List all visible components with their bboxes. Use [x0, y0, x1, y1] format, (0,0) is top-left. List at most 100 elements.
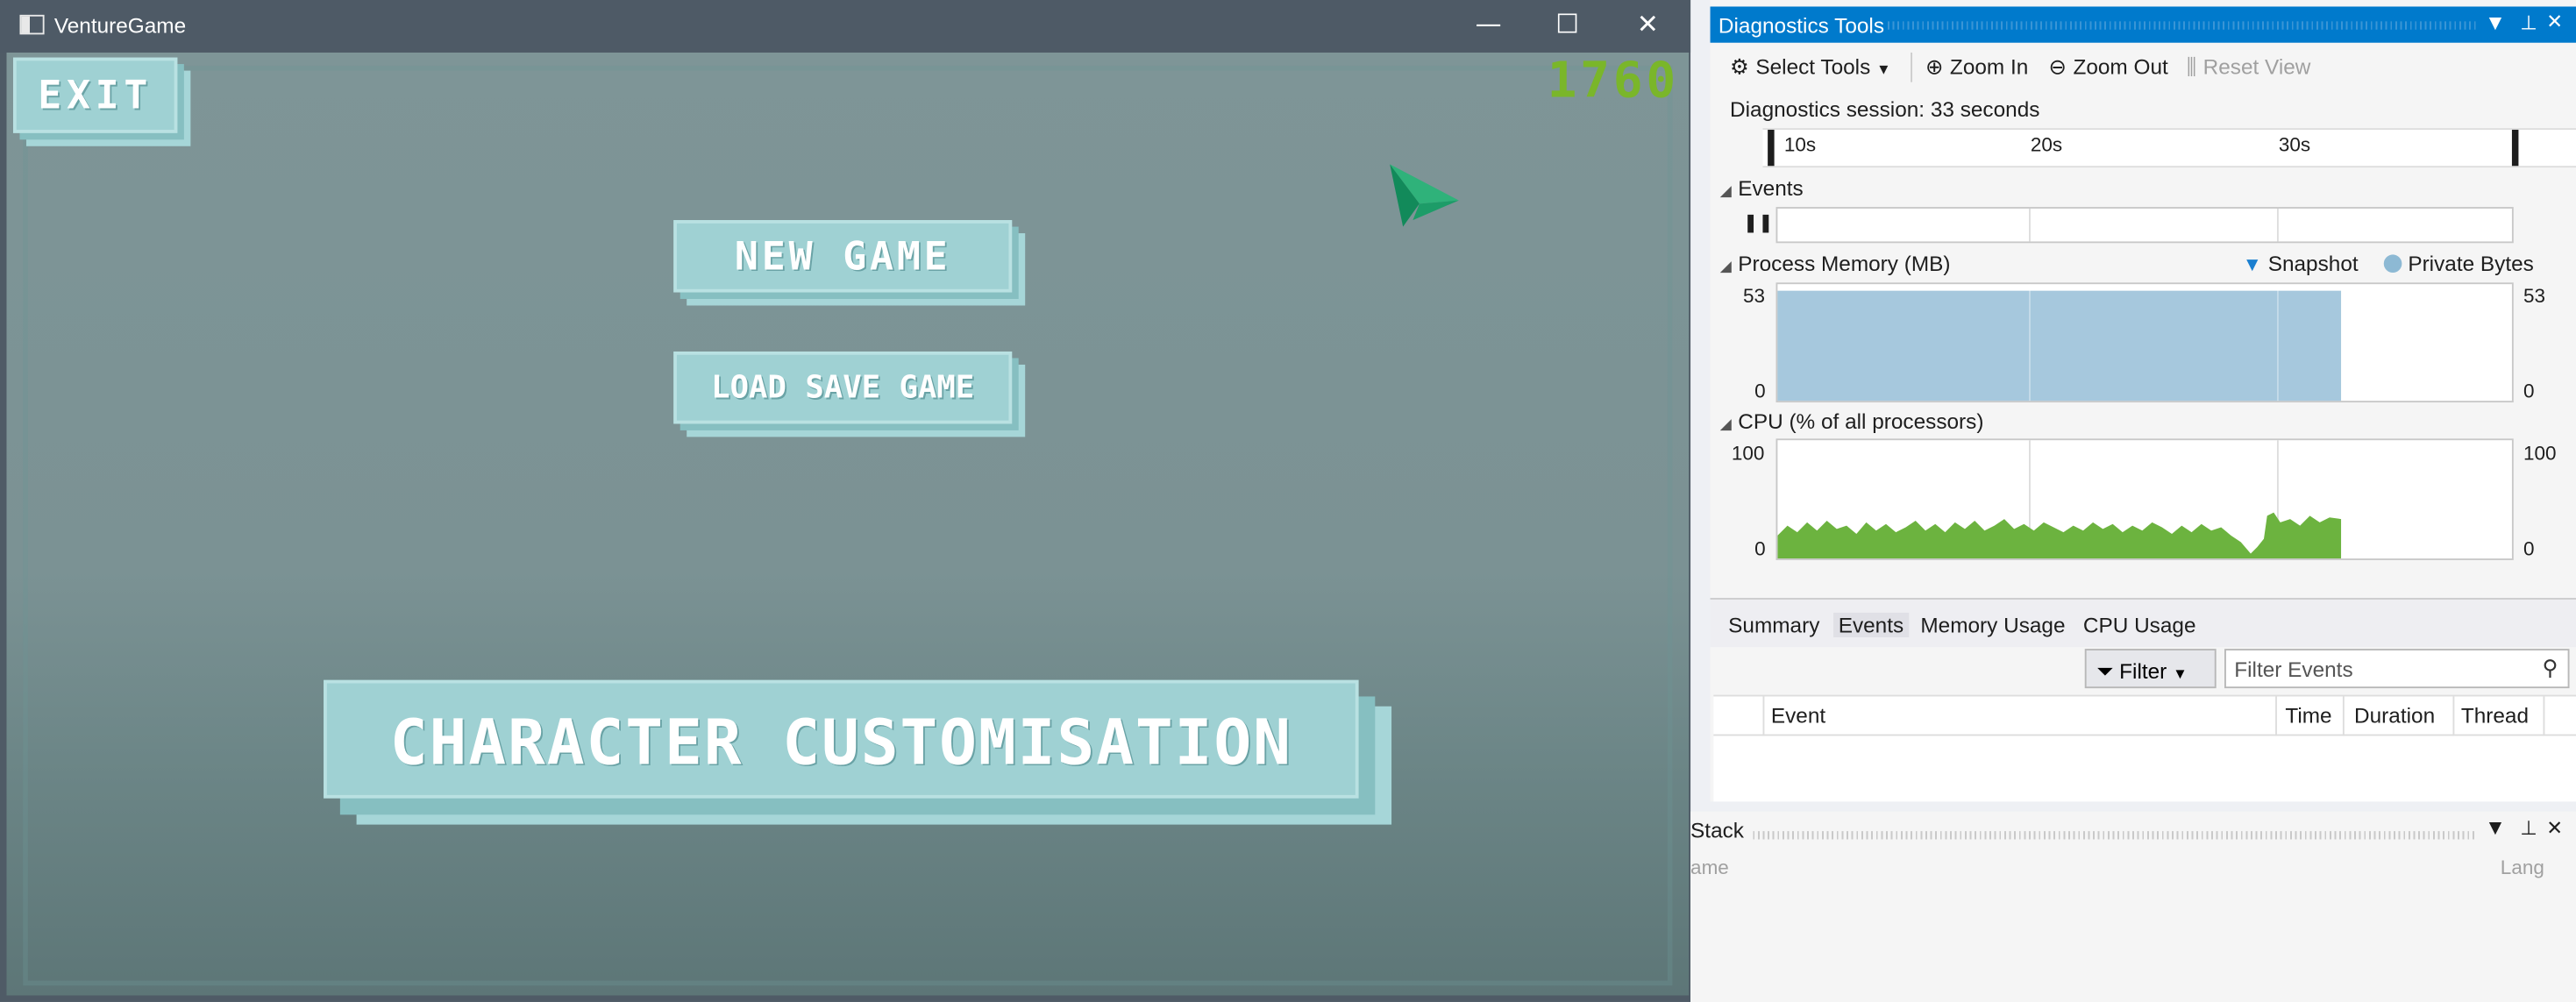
zoom-out-icon: ⊖	[2048, 55, 2067, 81]
memory-legend: ▼ Snapshot Private Bytes	[2243, 252, 2534, 276]
stack-column-name[interactable]: ame	[1690, 856, 1729, 878]
filter-button[interactable]: ⏷ Filter ▼	[2084, 649, 2217, 689]
events-table: Event Time Duration Thread	[1713, 694, 2576, 802]
memory-chart	[1775, 282, 2514, 403]
tab-memory-usage[interactable]: Memory Usage	[1920, 613, 2065, 637]
zoom-out-button[interactable]: ⊖ Zoom Out	[2049, 54, 2168, 81]
memory-section-header[interactable]: ◢ Process Memory (MB)	[1720, 252, 1951, 276]
pause-icon[interactable]: ❚❚	[1743, 212, 1774, 233]
pin-icon[interactable]: ⊥	[2520, 11, 2537, 34]
ruler-tick: 20s	[2030, 132, 2063, 157]
memory-y-min-right: 0	[2523, 379, 2535, 403]
chevron-down-icon: ▼	[1876, 60, 1891, 78]
column-divider	[1762, 696, 1765, 736]
cpu-y-max-left: 100	[1731, 442, 1765, 465]
diag-tabs: Summary Events Memory Usage CPU Usage	[1710, 598, 2576, 648]
diagnostic-tools-pane: Diagnostics Tools ▼ ⊥ ✕ ⚙ Select Tools ▼ …	[1710, 0, 2576, 802]
memory-section-label: Process Memory (MB)	[1738, 251, 1951, 276]
filter-placeholder: Filter Events	[2234, 657, 2353, 682]
collapse-triangle-icon: ◢	[1719, 181, 1732, 199]
diag-title: Diagnostics Tools	[1718, 12, 1885, 39]
zoom-in-button[interactable]: ⊕ Zoom In	[1925, 54, 2028, 81]
cpu-usage-area	[1777, 512, 2342, 559]
gridline	[2276, 208, 2279, 242]
ruler-tick: 10s	[1783, 132, 1817, 157]
cpu-section-label: CPU (% of all processors)	[1738, 409, 1984, 434]
column-duration[interactable]: Duration	[2354, 703, 2435, 728]
memory-y-min-left: 0	[1754, 379, 1766, 403]
exit-button[interactable]: Exit	[12, 57, 178, 133]
close-button[interactable]: ✕	[1608, 0, 1687, 53]
timeline-ruler[interactable]: 10s 20s 30s	[1762, 128, 2576, 168]
cpu-y-max-right: 100	[2523, 442, 2557, 465]
memory-y-max-right: 53	[2523, 284, 2546, 308]
tab-cpu-usage[interactable]: CPU Usage	[2083, 613, 2196, 637]
pane-close-icon[interactable]: ✕	[2546, 10, 2563, 32]
reset-view-label: Reset View	[2202, 53, 2311, 79]
funnel-icon: ⏷	[2096, 658, 2114, 684]
toolbar-divider	[1911, 52, 1913, 82]
window-title: VentureGame	[53, 12, 187, 39]
tab-events[interactable]: Events	[1833, 612, 1909, 638]
gridline	[2029, 208, 2031, 242]
stack-pin-icon[interactable]: ⊥	[2520, 816, 2537, 839]
column-time[interactable]: Time	[2285, 703, 2331, 728]
column-event[interactable]: Event	[1771, 703, 1825, 728]
filter-row: ⏷ Filter ▼ Filter Events ⚲	[1710, 647, 2576, 693]
events-table-header: Event Time Duration Thread	[1713, 696, 2576, 736]
legend-snapshot: Snapshot	[2267, 251, 2359, 276]
gridline	[2276, 284, 2279, 402]
titlebar-grip	[1887, 21, 2476, 30]
events-section-header[interactable]: ◢ Events	[1720, 175, 1804, 200]
diag-titlebar[interactable]: Diagnostics Tools ▼ ⊥ ✕	[1710, 6, 2576, 43]
character-customisation-button[interactable]: Character Customisation	[324, 679, 1359, 799]
events-section-label: Events	[1738, 175, 1804, 201]
load-save-game-button[interactable]: Load Save Game	[673, 351, 1013, 424]
reset-view-button[interactable]: ⫼ Reset View	[2187, 54, 2310, 81]
zoom-in-label: Zoom In	[1949, 53, 2029, 79]
reset-view-icon: ⫼	[2186, 55, 2197, 81]
stack-column-language[interactable]: Lang	[2501, 856, 2544, 878]
ruler-right-handle[interactable]	[2511, 130, 2519, 167]
legend-private-bytes: Private Bytes	[2408, 251, 2534, 276]
select-tools-label: Select Tools	[1755, 53, 1871, 79]
diag-toolbar: ⚙ Select Tools ▼ ⊕ Zoom In ⊖ Zoom Out ⫼ Rese…	[1711, 46, 2576, 89]
game-window: VentureGame — ☐ ✕ Exit 1760 New Game Loa…	[0, 0, 1691, 1002]
select-tools-button[interactable]: ⚙ Select Tools ▼	[1730, 54, 1891, 81]
pane-dropdown-icon[interactable]: ▼	[2489, 15, 2501, 33]
private-bytes-dot-icon	[2383, 254, 2402, 274]
stack-pane: Stack ▼ ⊥ ✕ ame Lang	[1690, 811, 2576, 1002]
game-titlebar[interactable]: VentureGame — ☐ ✕	[0, 0, 1691, 53]
column-divider	[2342, 696, 2345, 736]
filter-events-input[interactable]: Filter Events ⚲	[2224, 649, 2570, 689]
gridline	[2029, 284, 2031, 402]
ruler-tick: 30s	[2278, 132, 2311, 157]
minimize-button[interactable]: —	[1449, 0, 1528, 53]
tab-summary[interactable]: Summary	[1728, 613, 1819, 637]
ruler-left-handle[interactable]	[1768, 130, 1775, 167]
new-game-button[interactable]: New Game	[673, 220, 1013, 293]
stack-grip	[1753, 831, 2476, 840]
zoom-in-icon: ⊕	[1925, 55, 1944, 81]
session-duration: Diagnostics session: 33 seconds	[1730, 96, 2040, 122]
game-canvas[interactable]: Exit 1760 New Game Load Save Game Charac…	[6, 52, 1690, 996]
collapse-triangle-icon: ◢	[1719, 258, 1732, 274]
cpu-chart	[1775, 438, 2514, 560]
cpu-y-min-right: 0	[2523, 537, 2535, 560]
stack-close-icon[interactable]: ✕	[2546, 816, 2563, 839]
paper-plane-cursor-icon	[1390, 164, 1459, 227]
search-icon[interactable]: ⚲	[2543, 656, 2558, 682]
snapshot-triangle-icon: ▼	[2242, 252, 2262, 276]
stack-dropdown-icon[interactable]: ▼	[2489, 820, 2501, 838]
column-divider	[2452, 696, 2455, 736]
column-divider	[2275, 696, 2277, 736]
gear-icon: ⚙	[1730, 55, 1749, 81]
cpu-section-header[interactable]: ◢ CPU (% of all processors)	[1720, 409, 1984, 434]
score-counter: 1760	[1547, 52, 1679, 110]
column-thread[interactable]: Thread	[2461, 703, 2529, 728]
stack-body	[1690, 884, 2576, 1002]
screen: VentureGame — ☐ ✕ Exit 1760 New Game Loa…	[0, 0, 2576, 1002]
maximize-button[interactable]: ☐	[1528, 0, 1607, 53]
column-divider	[2543, 696, 2545, 736]
cpu-y-min-left: 0	[1754, 537, 1766, 560]
